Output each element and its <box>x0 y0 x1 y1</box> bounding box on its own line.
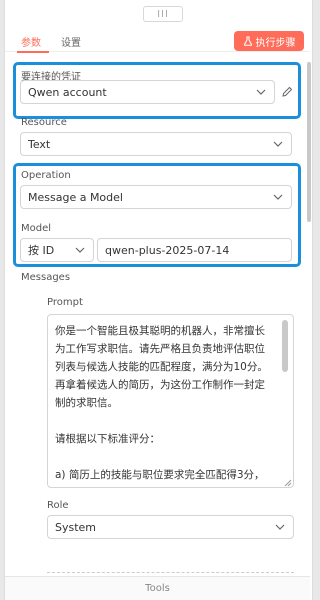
model-mode-value: 按 ID <box>28 244 55 257</box>
active-tab-indicator <box>17 51 49 53</box>
model-label: Model <box>21 223 52 234</box>
pencil-icon[interactable] <box>281 86 293 98</box>
node-panel: III 参数 设置 执行步骤 要连接的凭证 Qwen account Resou… <box>4 0 313 600</box>
section-divider <box>47 572 294 573</box>
tools-footer[interactable]: Tools <box>5 576 310 600</box>
resource-value: Text <box>28 137 51 151</box>
chevron-down-icon <box>256 89 266 95</box>
model-id-input[interactable]: qwen-plus-2025-07-14 <box>97 238 292 262</box>
drag-handle[interactable]: III <box>143 6 183 22</box>
operation-select[interactable]: Message a Model <box>20 185 292 209</box>
tools-label: Tools <box>145 583 170 594</box>
resource-label: Resource <box>21 117 67 128</box>
role-select[interactable]: System <box>47 515 294 539</box>
chevron-down-icon <box>273 141 283 147</box>
execute-step-label: 执行步骤 <box>255 37 296 49</box>
role-label: Role <box>47 500 69 511</box>
credential-select[interactable]: Qwen account <box>20 80 275 104</box>
chevron-down-icon <box>275 524 285 530</box>
chevron-down-icon <box>75 247 85 253</box>
tab-parameters[interactable]: 参数 <box>21 34 41 49</box>
model-mode-select[interactable]: 按 ID <box>20 238 94 262</box>
prompt-label: Prompt <box>47 297 83 308</box>
panel-scrollbar[interactable] <box>307 62 311 222</box>
role-value: System <box>55 520 97 534</box>
operation-label: Operation <box>21 170 71 181</box>
model-id-value: qwen-plus-2025-07-14 <box>105 243 230 257</box>
messages-label: Messages <box>21 272 71 283</box>
prompt-scrollbar[interactable] <box>282 320 288 372</box>
resource-select[interactable]: Text <box>20 132 292 156</box>
flask-icon <box>243 36 252 46</box>
prompt-textarea[interactable]: 你是一个智能且极其聪明的机器人，非常擅长为工作写求职信。请先严格且负责地评估职位… <box>47 314 294 488</box>
resize-grip-icon[interactable] <box>284 479 292 487</box>
execute-step-button[interactable]: 执行步骤 <box>234 31 304 51</box>
operation-value: Message a Model <box>28 190 123 204</box>
tab-settings[interactable]: 设置 <box>61 34 81 49</box>
credential-value: Qwen account <box>28 85 107 99</box>
chevron-down-icon <box>273 194 283 200</box>
